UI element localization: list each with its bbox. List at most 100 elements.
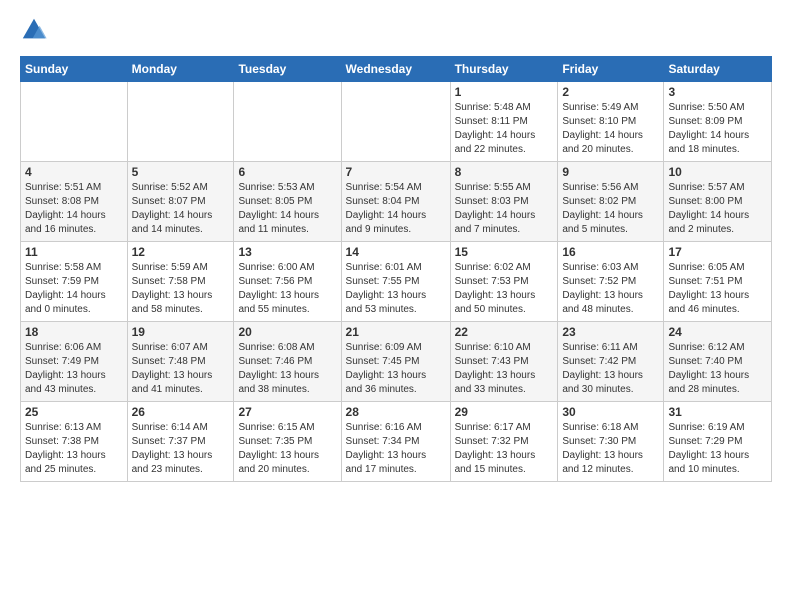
day-number: 18 <box>25 325 123 339</box>
calendar-cell: 27 Sunrise: 6:15 AM Sunset: 7:35 PM Dayli… <box>234 402 341 482</box>
weekday-header: Tuesday <box>234 57 341 82</box>
calendar-week-row: 18 Sunrise: 6:06 AM Sunset: 7:49 PM Dayli… <box>21 322 772 402</box>
day-number: 1 <box>455 85 554 99</box>
calendar-cell: 11 Sunrise: 5:58 AM Sunset: 7:59 PM Dayli… <box>21 242 128 322</box>
day-info: Sunrise: 6:10 AM Sunset: 7:43 PM Dayligh… <box>455 341 554 397</box>
calendar-cell: 1 Sunrise: 5:48 AM Sunset: 8:11 PM Daylig… <box>450 82 558 162</box>
calendar-cell: 3Sunrise: 5:50 AM Sunset: 8:09 PM Daylig… <box>664 82 772 162</box>
day-info: Sunrise: 6:14 AM Sunset: 7:37 PM Dayligh… <box>132 421 230 477</box>
day-info: Sunrise: 5:49 AM Sunset: 8:10 PM Dayligh… <box>562 101 659 157</box>
day-number: 2 <box>562 85 659 99</box>
day-number: 5 <box>132 165 230 179</box>
day-number: 8 <box>455 165 554 179</box>
day-info: Sunrise: 6:08 AM Sunset: 7:46 PM Dayligh… <box>238 341 336 397</box>
day-number: 17 <box>668 245 767 259</box>
day-number: 13 <box>238 245 336 259</box>
day-info: Sunrise: 5:51 AM Sunset: 8:08 PM Dayligh… <box>25 181 123 237</box>
day-info: Sunrise: 5:56 AM Sunset: 8:02 PM Dayligh… <box>562 181 659 237</box>
day-info: Sunrise: 6:03 AM Sunset: 7:52 PM Dayligh… <box>562 261 659 317</box>
calendar-cell: 9Sunrise: 5:56 AM Sunset: 8:02 PM Daylig… <box>558 162 664 242</box>
calendar-cell: 29 Sunrise: 6:17 AM Sunset: 7:32 PM Dayli… <box>450 402 558 482</box>
weekday-header: Monday <box>127 57 234 82</box>
calendar-cell: 19 Sunrise: 6:07 AM Sunset: 7:48 PM Dayli… <box>127 322 234 402</box>
calendar-cell: 13 Sunrise: 6:00 AM Sunset: 7:56 PM Dayli… <box>234 242 341 322</box>
weekday-header-row: SundayMondayTuesdayWednesdayThursdayFrid… <box>21 57 772 82</box>
weekday-header: Friday <box>558 57 664 82</box>
day-info: Sunrise: 5:52 AM Sunset: 8:07 PM Dayligh… <box>132 181 230 237</box>
day-info: Sunrise: 5:54 AM Sunset: 8:04 PM Dayligh… <box>346 181 446 237</box>
day-info: Sunrise: 6:09 AM Sunset: 7:45 PM Dayligh… <box>346 341 446 397</box>
day-info: Sunrise: 6:07 AM Sunset: 7:48 PM Dayligh… <box>132 341 230 397</box>
calendar-cell <box>127 82 234 162</box>
day-number: 15 <box>455 245 554 259</box>
day-number: 29 <box>455 405 554 419</box>
day-number: 31 <box>668 405 767 419</box>
day-info: Sunrise: 5:58 AM Sunset: 7:59 PM Dayligh… <box>25 261 123 317</box>
day-number: 25 <box>25 405 123 419</box>
header <box>20 16 772 44</box>
weekday-header: Sunday <box>21 57 128 82</box>
logo-icon <box>20 16 48 44</box>
day-info: Sunrise: 5:57 AM Sunset: 8:00 PM Dayligh… <box>668 181 767 237</box>
logo <box>20 16 50 44</box>
day-info: Sunrise: 6:01 AM Sunset: 7:55 PM Dayligh… <box>346 261 446 317</box>
calendar-cell <box>21 82 128 162</box>
calendar-cell: 20 Sunrise: 6:08 AM Sunset: 7:46 PM Dayli… <box>234 322 341 402</box>
day-info: Sunrise: 5:55 AM Sunset: 8:03 PM Dayligh… <box>455 181 554 237</box>
day-info: Sunrise: 6:00 AM Sunset: 7:56 PM Dayligh… <box>238 261 336 317</box>
calendar-week-row: 1 Sunrise: 5:48 AM Sunset: 8:11 PM Daylig… <box>21 82 772 162</box>
day-number: 14 <box>346 245 446 259</box>
day-number: 16 <box>562 245 659 259</box>
day-info: Sunrise: 5:50 AM Sunset: 8:09 PM Dayligh… <box>668 101 767 157</box>
calendar-cell: 26 Sunrise: 6:14 AM Sunset: 7:37 PM Dayli… <box>127 402 234 482</box>
calendar-cell: 7 Sunrise: 5:54 AM Sunset: 8:04 PM Daylig… <box>341 162 450 242</box>
calendar-cell: 24Sunrise: 6:12 AM Sunset: 7:40 PM Dayli… <box>664 322 772 402</box>
calendar-table: SundayMondayTuesdayWednesdayThursdayFrid… <box>20 56 772 482</box>
day-number: 21 <box>346 325 446 339</box>
day-number: 12 <box>132 245 230 259</box>
day-info: Sunrise: 6:17 AM Sunset: 7:32 PM Dayligh… <box>455 421 554 477</box>
calendar-week-row: 11 Sunrise: 5:58 AM Sunset: 7:59 PM Dayli… <box>21 242 772 322</box>
day-number: 20 <box>238 325 336 339</box>
calendar-cell: 6 Sunrise: 5:53 AM Sunset: 8:05 PM Daylig… <box>234 162 341 242</box>
calendar-cell: 12Sunrise: 5:59 AM Sunset: 7:58 PM Dayli… <box>127 242 234 322</box>
calendar-cell: 28Sunrise: 6:16 AM Sunset: 7:34 PM Dayli… <box>341 402 450 482</box>
day-info: Sunrise: 5:48 AM Sunset: 8:11 PM Dayligh… <box>455 101 554 157</box>
day-info: Sunrise: 5:53 AM Sunset: 8:05 PM Dayligh… <box>238 181 336 237</box>
day-number: 24 <box>668 325 767 339</box>
day-info: Sunrise: 6:06 AM Sunset: 7:49 PM Dayligh… <box>25 341 123 397</box>
day-number: 11 <box>25 245 123 259</box>
day-number: 10 <box>668 165 767 179</box>
calendar-cell: 5 Sunrise: 5:52 AM Sunset: 8:07 PM Daylig… <box>127 162 234 242</box>
day-info: Sunrise: 6:05 AM Sunset: 7:51 PM Dayligh… <box>668 261 767 317</box>
calendar-cell: 25Sunrise: 6:13 AM Sunset: 7:38 PM Dayli… <box>21 402 128 482</box>
calendar-cell: 23 Sunrise: 6:11 AM Sunset: 7:42 PM Dayli… <box>558 322 664 402</box>
calendar-cell: 21 Sunrise: 6:09 AM Sunset: 7:45 PM Dayli… <box>341 322 450 402</box>
weekday-header: Thursday <box>450 57 558 82</box>
calendar-cell: 16 Sunrise: 6:03 AM Sunset: 7:52 PM Dayli… <box>558 242 664 322</box>
day-number: 27 <box>238 405 336 419</box>
day-info: Sunrise: 6:11 AM Sunset: 7:42 PM Dayligh… <box>562 341 659 397</box>
calendar-cell <box>234 82 341 162</box>
calendar-cell: 10 Sunrise: 5:57 AM Sunset: 8:00 PM Dayli… <box>664 162 772 242</box>
calendar-cell: 22Sunrise: 6:10 AM Sunset: 7:43 PM Dayli… <box>450 322 558 402</box>
page-container: SundayMondayTuesdayWednesdayThursdayFrid… <box>0 0 792 492</box>
day-number: 26 <box>132 405 230 419</box>
day-info: Sunrise: 6:18 AM Sunset: 7:30 PM Dayligh… <box>562 421 659 477</box>
calendar-cell: 2 Sunrise: 5:49 AM Sunset: 8:10 PM Daylig… <box>558 82 664 162</box>
day-number: 28 <box>346 405 446 419</box>
day-number: 23 <box>562 325 659 339</box>
weekday-header: Wednesday <box>341 57 450 82</box>
weekday-header: Saturday <box>664 57 772 82</box>
calendar-cell: 4 Sunrise: 5:51 AM Sunset: 8:08 PM Daylig… <box>21 162 128 242</box>
day-number: 6 <box>238 165 336 179</box>
day-number: 7 <box>346 165 446 179</box>
calendar-cell: 8 Sunrise: 5:55 AM Sunset: 8:03 PM Daylig… <box>450 162 558 242</box>
calendar-cell: 30Sunrise: 6:18 AM Sunset: 7:30 PM Dayli… <box>558 402 664 482</box>
day-number: 4 <box>25 165 123 179</box>
calendar-cell: 15Sunrise: 6:02 AM Sunset: 7:53 PM Dayli… <box>450 242 558 322</box>
day-info: Sunrise: 6:15 AM Sunset: 7:35 PM Dayligh… <box>238 421 336 477</box>
calendar-week-row: 25Sunrise: 6:13 AM Sunset: 7:38 PM Dayli… <box>21 402 772 482</box>
day-number: 19 <box>132 325 230 339</box>
calendar-cell: 14 Sunrise: 6:01 AM Sunset: 7:55 PM Dayli… <box>341 242 450 322</box>
